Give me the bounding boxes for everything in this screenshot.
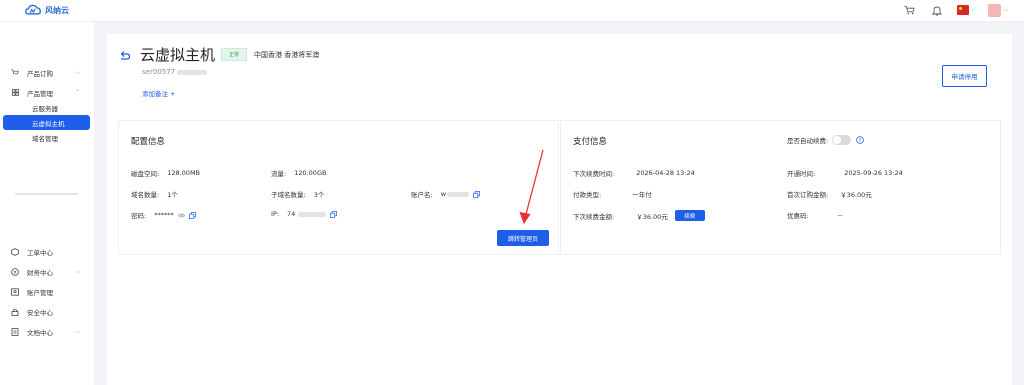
server-name: ser00577 [142,68,208,76]
sidebar-item-finance[interactable]: 财务中心 ⌵ [0,262,94,282]
copy-icon[interactable] [473,190,480,198]
user-menu[interactable]: ⌵ [988,3,1008,17]
top-bar: 风纳云 ⌵ ⌵ [0,0,1024,22]
chevron-up-icon: ⌃ [74,89,80,96]
sidebar-item-cloud-server[interactable]: 云服务器 [0,100,94,115]
goto-manage-page-button[interactable]: 跳转管理页 [497,230,549,246]
status-badge: 正常 [221,48,248,61]
auto-renew-field: 是否自动续费: ? [787,135,865,145]
logo-text: 风纳云 [45,6,69,15]
sidebar-item-domain-manage[interactable]: 域名管理 [0,130,94,145]
logo[interactable]: 风纳云 [25,3,69,18]
sidebar-item-label: 财务中心 [27,269,53,277]
disk-field: 磁盘空间: 128.00MB [131,169,201,178]
logo-cloud-icon [25,4,41,15]
copy-icon[interactable] [330,210,338,218]
sidebar-item-docs[interactable]: 文档中心 ⌵ [0,322,94,342]
sidebar-item-product-manage[interactable]: 产品管理 ⌃ [0,85,94,100]
ip-field: IP: 74 [271,210,338,218]
subdomains-field: 子域名数量: 3个 [271,191,325,199]
sidebar-item-label: 产品订购 [27,69,53,78]
chevron-down-icon: ⌵ [75,328,80,335]
sidebar-item-product-order[interactable]: 产品订购 ⌵ [0,65,94,80]
apply-disable-button[interactable]: 申请停用 [942,65,987,87]
bell-icon[interactable] [930,3,944,17]
coupon-field: 优惠码: -- [787,211,843,220]
finance-icon [11,268,19,276]
sidebar-item-label: 文档中心 [27,329,53,337]
doc-icon [11,328,19,336]
sidebar-divider [15,193,78,195]
sidebar-item-label: 产品管理 [27,89,53,98]
add-note-link[interactable]: 添加备注 + [142,88,176,98]
open-time-field: 开通时间: 2025-09-26 13:24 [787,169,903,178]
sidebar-item-virtual-host[interactable]: 云虚拟主机 [3,115,90,130]
back-icon[interactable] [119,49,131,61]
domains-field: 域名数量: 1个 [131,191,178,199]
auto-renew-toggle[interactable] [832,135,852,145]
sidebar-item-account[interactable]: 账户管理 [0,282,94,302]
help-icon[interactable]: ? [856,136,865,144]
location-text: 中国香港 香港将军澳 [254,50,320,59]
sidebar-item-tickets[interactable]: 工单中心 [0,242,94,262]
cart-icon [11,69,19,77]
account-field: 账户名: w [411,189,480,199]
sidebar-item-security[interactable]: 安全中心 [0,302,94,322]
chevron-down-icon: ⌵ [970,6,976,13]
main-content: 云虚拟主机 正常 中国香港 香港将军澳 ser00577 添加备注 + 申请停用… [107,34,1012,385]
first-amount-field: 首次订购金额: ￥36.00元 [787,191,872,199]
redacted-text [298,211,327,217]
next-amount-field: 下次续费金额: ￥36.00元 续费 [573,210,705,221]
page-title: 云虚拟主机 [140,46,216,64]
password-field: 密码: ****** [131,210,196,220]
grid-icon [11,89,19,97]
account-icon [11,288,19,296]
avatar [988,3,1002,17]
renew-button[interactable]: 续费 [674,210,705,221]
config-panel-title: 配置信息 [131,137,166,147]
eye-icon[interactable] [177,212,185,219]
traffic-field: 流量: 120.00GB [271,169,327,178]
ticket-icon [11,248,19,256]
chevron-down-icon: ⌵ [75,69,80,76]
chevron-down-icon: ⌵ [75,268,80,275]
sidebar: 产品订购 ⌵ 产品管理 ⌃ 云服务器 云虚拟主机 域名管理 工单中心 财务中心 … [0,22,94,385]
chevron-down-icon: ⌵ [1003,6,1008,13]
lock-icon [11,308,19,316]
language-selector[interactable]: ⌵ [956,3,976,17]
sidebar-item-label: 账户管理 [27,289,53,297]
redacted-text [177,69,208,75]
next-renew-time-field: 下次续费时间: 2026-04-28 13:24 [573,169,695,178]
config-panel: 配置信息 磁盘空间: 128.00MB 流量: 120.00GB 域名数量: 1… [118,120,559,255]
svg-text:?: ? [859,138,862,144]
cart-icon[interactable] [903,3,917,17]
payment-panel: 支付信息 是否自动续费: ? 下次续费时间: 2026-04-28 13:24 … [560,120,1001,255]
china-flag-icon [956,5,969,15]
sidebar-item-label: 安全中心 [27,309,53,317]
payment-panel-title: 支付信息 [573,137,608,147]
sidebar-item-label: 工单中心 [27,249,53,257]
redacted-text [447,191,470,197]
copy-icon[interactable] [188,211,196,219]
pay-type-field: 付款类型: 一年付 [573,191,652,199]
